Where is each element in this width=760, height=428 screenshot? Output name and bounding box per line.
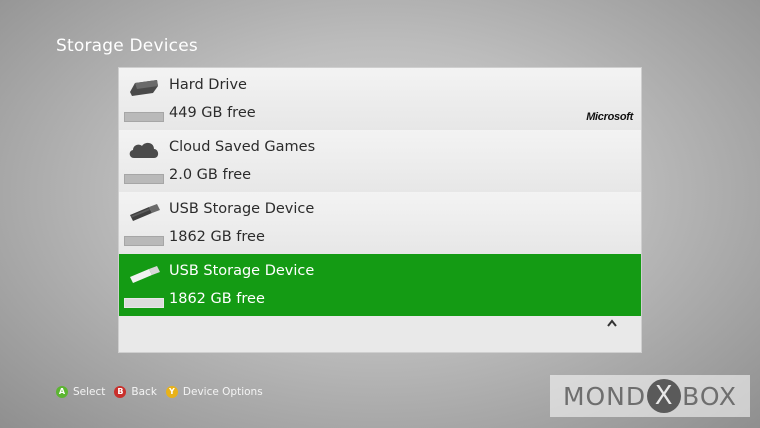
- hint-label: Back: [131, 386, 157, 398]
- device-free-space: 2.0 GB free: [169, 167, 252, 183]
- button-hints: A Select B Back Y Device Options: [56, 386, 272, 398]
- usb-drive-icon: [130, 266, 160, 283]
- microsoft-logo: Microsoft: [586, 111, 633, 123]
- hint-label: Select: [73, 386, 106, 398]
- hint-device-options[interactable]: Y Device Options: [165, 386, 263, 398]
- hard-drive-icon: [130, 80, 158, 96]
- y-button-icon: Y: [165, 386, 178, 398]
- device-name: USB Storage Device: [169, 263, 315, 279]
- device-name: Cloud Saved Games: [169, 139, 316, 155]
- scroll-up-arrow-icon[interactable]: [606, 318, 618, 328]
- watermark-text-right: BOX: [682, 381, 738, 411]
- b-button-icon: B: [114, 386, 127, 398]
- cloud-icon: [129, 142, 159, 158]
- hint-select[interactable]: A Select: [56, 386, 105, 398]
- device-row-usb-storage-2[interactable]: USB Storage Device 1862 GB free: [119, 254, 641, 316]
- device-row-hard-drive[interactable]: Hard Drive 449 GB free Microsoft: [119, 68, 641, 131]
- watermark-x-icon: X: [647, 379, 682, 413]
- page-title: Storage Devices: [56, 36, 198, 56]
- storage-device-list: Hard Drive 449 GB free Microsoft Cloud S…: [119, 68, 641, 352]
- a-button-icon: A: [56, 386, 68, 398]
- device-row-usb-storage-1[interactable]: USB Storage Device 1862 GB free: [119, 192, 641, 255]
- device-name: Hard Drive: [169, 77, 247, 93]
- device-row-cloud-saved-games[interactable]: Cloud Saved Games 2.0 GB free: [119, 130, 641, 193]
- capacity-bar: [124, 112, 164, 122]
- mondoxbox-watermark: MOND X BOX: [550, 375, 750, 417]
- hint-label: Device Options: [182, 386, 263, 398]
- watermark-text-left: MOND: [562, 381, 647, 411]
- device-free-space: 1862 GB free: [169, 291, 265, 307]
- hint-back[interactable]: B Back: [114, 386, 157, 398]
- device-free-space: 1862 GB free: [169, 229, 265, 245]
- usb-drive-icon: [130, 204, 160, 221]
- capacity-bar: [124, 236, 164, 246]
- device-free-space: 449 GB free: [169, 105, 256, 121]
- capacity-bar: [124, 298, 164, 308]
- capacity-bar: [124, 174, 164, 184]
- device-name: USB Storage Device: [169, 201, 315, 217]
